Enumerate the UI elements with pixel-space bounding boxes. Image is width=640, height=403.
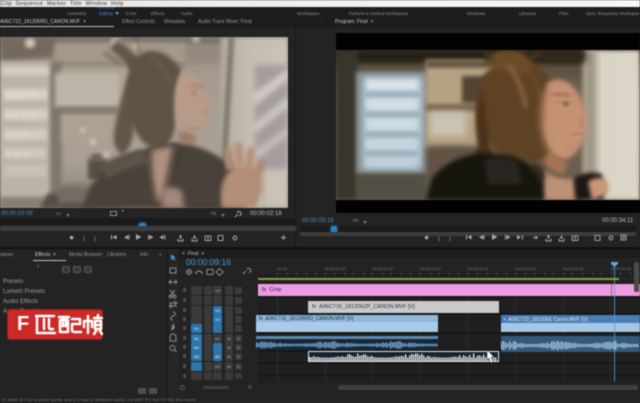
svg-text:}: }: [94, 237, 96, 243]
svg-text:{: {: [438, 237, 440, 243]
svg-text:}: }: [449, 237, 451, 243]
svg-text:{: {: [83, 237, 85, 243]
